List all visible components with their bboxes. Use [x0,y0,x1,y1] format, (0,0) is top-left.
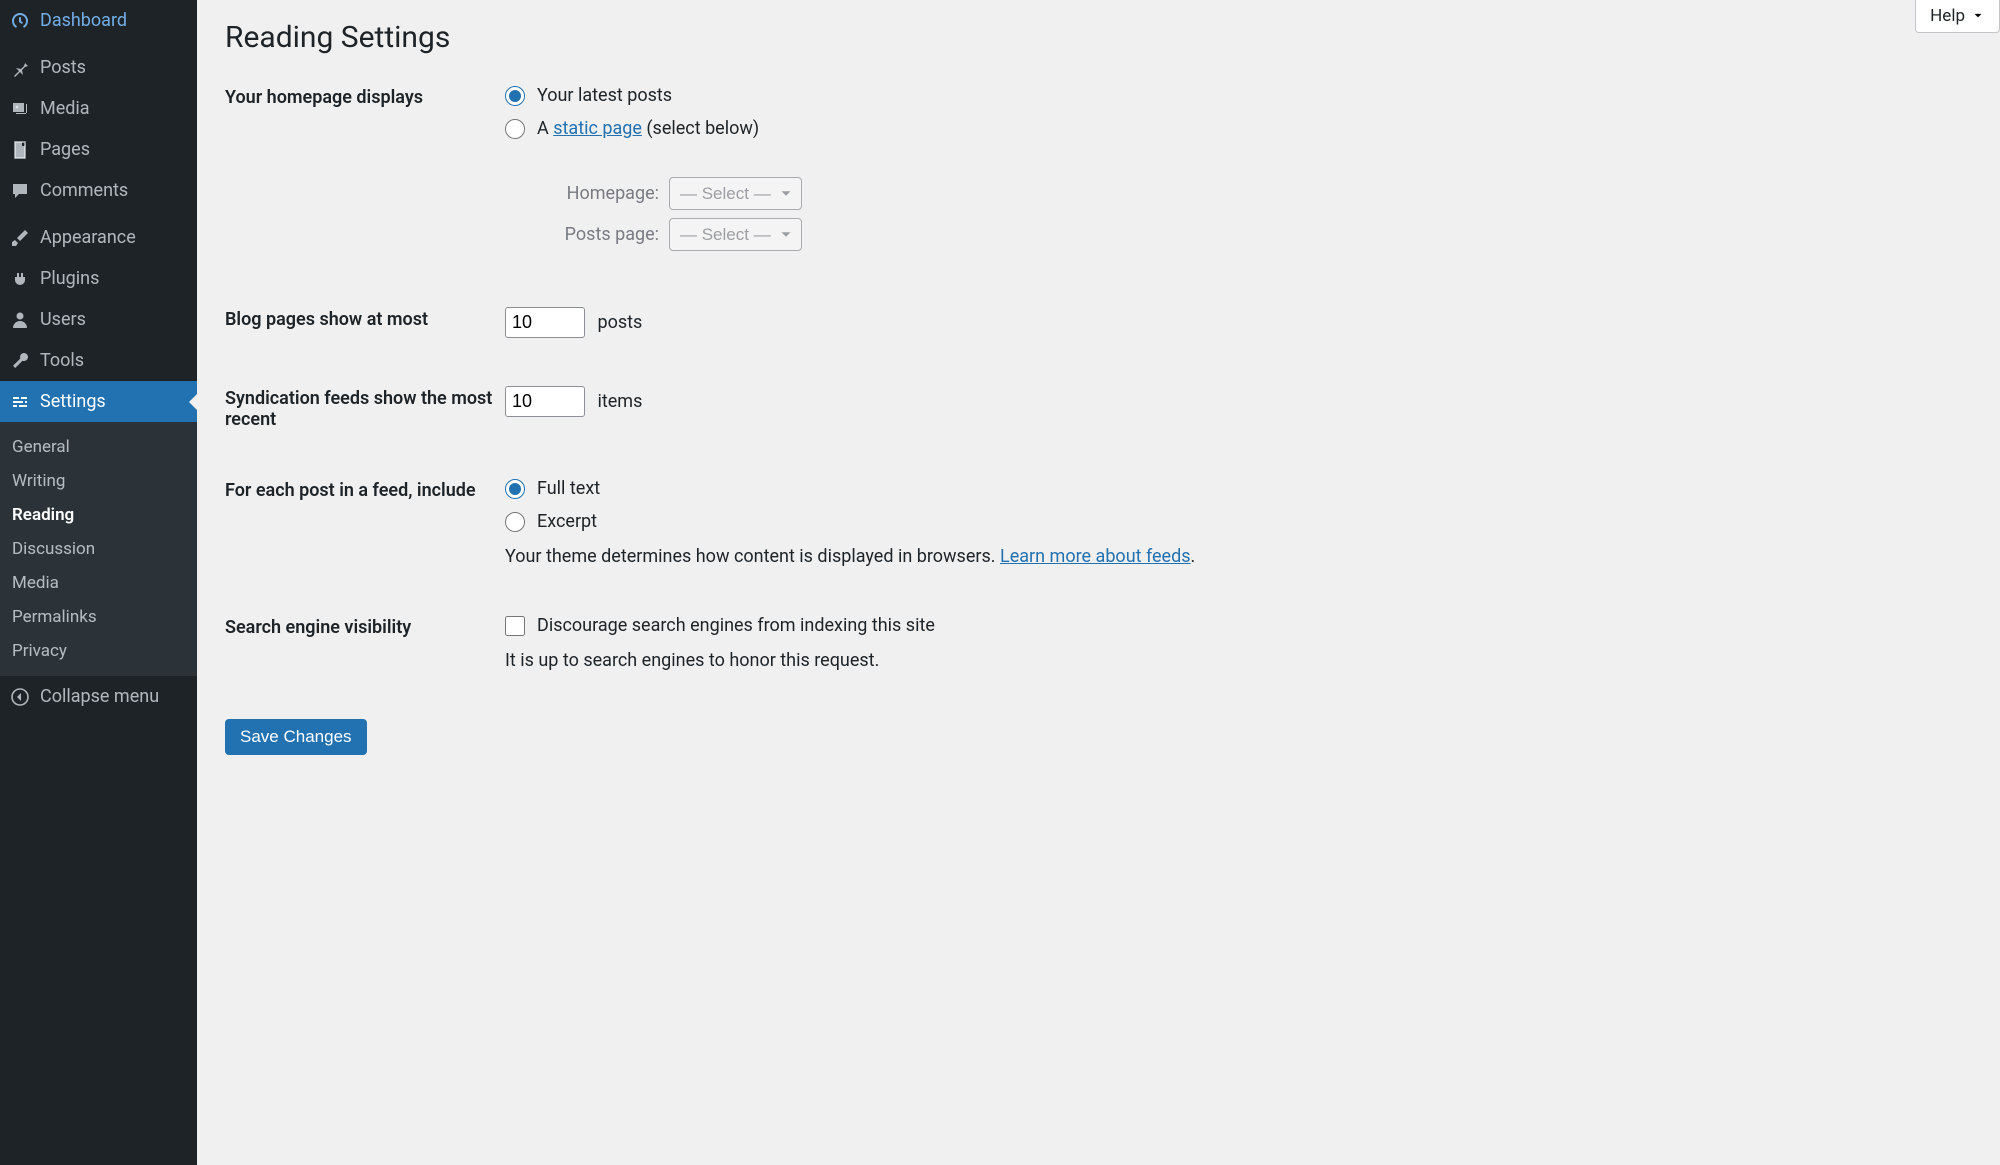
posts-page-select[interactable]: — Select — [669,218,802,251]
blog-pages-input[interactable] [505,307,585,338]
row-search-visibility: Search engine visibility Discourage sear… [225,615,1972,671]
input-suffix: items [597,391,642,412]
submenu-privacy[interactable]: Privacy [0,634,197,668]
collapse-icon [10,687,30,707]
submenu-media[interactable]: Media [0,566,197,600]
radio-excerpt[interactable]: Excerpt [505,511,1972,532]
radio-excerpt-input[interactable] [505,512,525,532]
row-blog-pages: Blog pages show at most posts [225,307,1972,338]
learn-more-feeds-link[interactable]: Learn more about feeds [1000,546,1191,567]
checkbox-discourage-input[interactable] [505,616,525,636]
sidebar-item-label: Tools [40,350,84,371]
wrench-icon [10,351,30,371]
sidebar-item-plugins[interactable]: Plugins [0,258,197,299]
page-title: Reading Settings [225,20,1972,55]
row-feed-include: For each post in a feed, include Full te… [225,478,1972,567]
sidebar-item-media[interactable]: Media [0,88,197,129]
dashboard-icon [10,11,30,31]
radio-label: Excerpt [537,511,597,532]
posts-page-select-label: Posts page: [529,224,659,245]
posts-page-select-row: Posts page: — Select — [529,218,1972,251]
submenu-general[interactable]: General [0,430,197,464]
admin-sidebar: Dashboard Posts Media Pages Comments App… [0,0,197,1165]
sidebar-item-label: Appearance [40,227,136,248]
row-label: For each post in a feed, include [225,478,505,501]
row-label: Your homepage displays [225,85,505,108]
submenu-reading[interactable]: Reading [0,498,197,532]
radio-label: Your latest posts [537,85,672,106]
static-page-link[interactable]: static page [553,118,642,139]
syndication-input[interactable] [505,386,585,417]
radio-full-text[interactable]: Full text [505,478,1972,499]
row-syndication: Syndication feeds show the most recent i… [225,386,1972,430]
sidebar-item-label: Settings [40,391,106,412]
homepage-select-row: Homepage: — Select — [529,177,1972,210]
submenu-permalinks[interactable]: Permalinks [0,600,197,634]
user-icon [10,310,30,330]
save-changes-button[interactable]: Save Changes [225,719,367,755]
sidebar-item-dashboard[interactable]: Dashboard [0,0,197,41]
plug-icon [10,269,30,289]
sliders-icon [10,392,30,412]
pin-icon [10,58,30,78]
radio-label: Full text [537,478,600,499]
collapse-menu[interactable]: Collapse menu [0,676,197,717]
sidebar-item-label: Pages [40,139,90,160]
sidebar-item-posts[interactable]: Posts [0,47,197,88]
search-visibility-description: It is up to search engines to honor this… [505,650,1972,671]
homepage-select-label: Homepage: [529,183,659,204]
sidebar-item-comments[interactable]: Comments [0,170,197,211]
settings-submenu: General Writing Reading Discussion Media… [0,422,197,676]
radio-static-page[interactable]: A static page (select below) [505,118,1972,139]
page-icon [10,140,30,160]
comment-icon [10,181,30,201]
collapse-label: Collapse menu [40,686,159,707]
checkbox-label: Discourage search engines from indexing … [537,615,935,636]
sidebar-item-pages[interactable]: Pages [0,129,197,170]
sidebar-item-label: Dashboard [40,10,127,31]
sidebar-item-label: Media [40,98,90,119]
sidebar-item-users[interactable]: Users [0,299,197,340]
row-homepage-displays: Your homepage displays Your latest posts… [225,85,1972,259]
brush-icon [10,228,30,248]
sidebar-item-label: Comments [40,180,128,201]
submenu-discussion[interactable]: Discussion [0,532,197,566]
checkbox-discourage[interactable]: Discourage search engines from indexing … [505,615,1972,636]
media-icon [10,99,30,119]
feed-description: Your theme determines how content is dis… [505,546,1972,567]
main-content: Help Reading Settings Your homepage disp… [197,0,2000,1165]
homepage-select[interactable]: — Select — [669,177,802,210]
input-suffix: posts [597,312,642,333]
help-label: Help [1930,6,1965,26]
sidebar-item-label: Plugins [40,268,99,289]
sidebar-item-label: Posts [40,57,86,78]
radio-static-page-input[interactable] [505,119,525,139]
radio-latest-posts[interactable]: Your latest posts [505,85,1972,106]
sidebar-item-label: Users [40,309,86,330]
radio-full-text-input[interactable] [505,479,525,499]
row-label: Blog pages show at most [225,307,505,330]
row-label: Syndication feeds show the most recent [225,386,505,430]
sidebar-item-settings[interactable]: Settings [0,381,197,422]
row-label: Search engine visibility [225,615,505,638]
sidebar-item-tools[interactable]: Tools [0,340,197,381]
help-tab[interactable]: Help [1915,0,2000,33]
sidebar-item-appearance[interactable]: Appearance [0,217,197,258]
submenu-writing[interactable]: Writing [0,464,197,498]
radio-label: A static page (select below) [537,118,759,139]
radio-latest-posts-input[interactable] [505,86,525,106]
caret-down-icon [1971,9,1985,23]
